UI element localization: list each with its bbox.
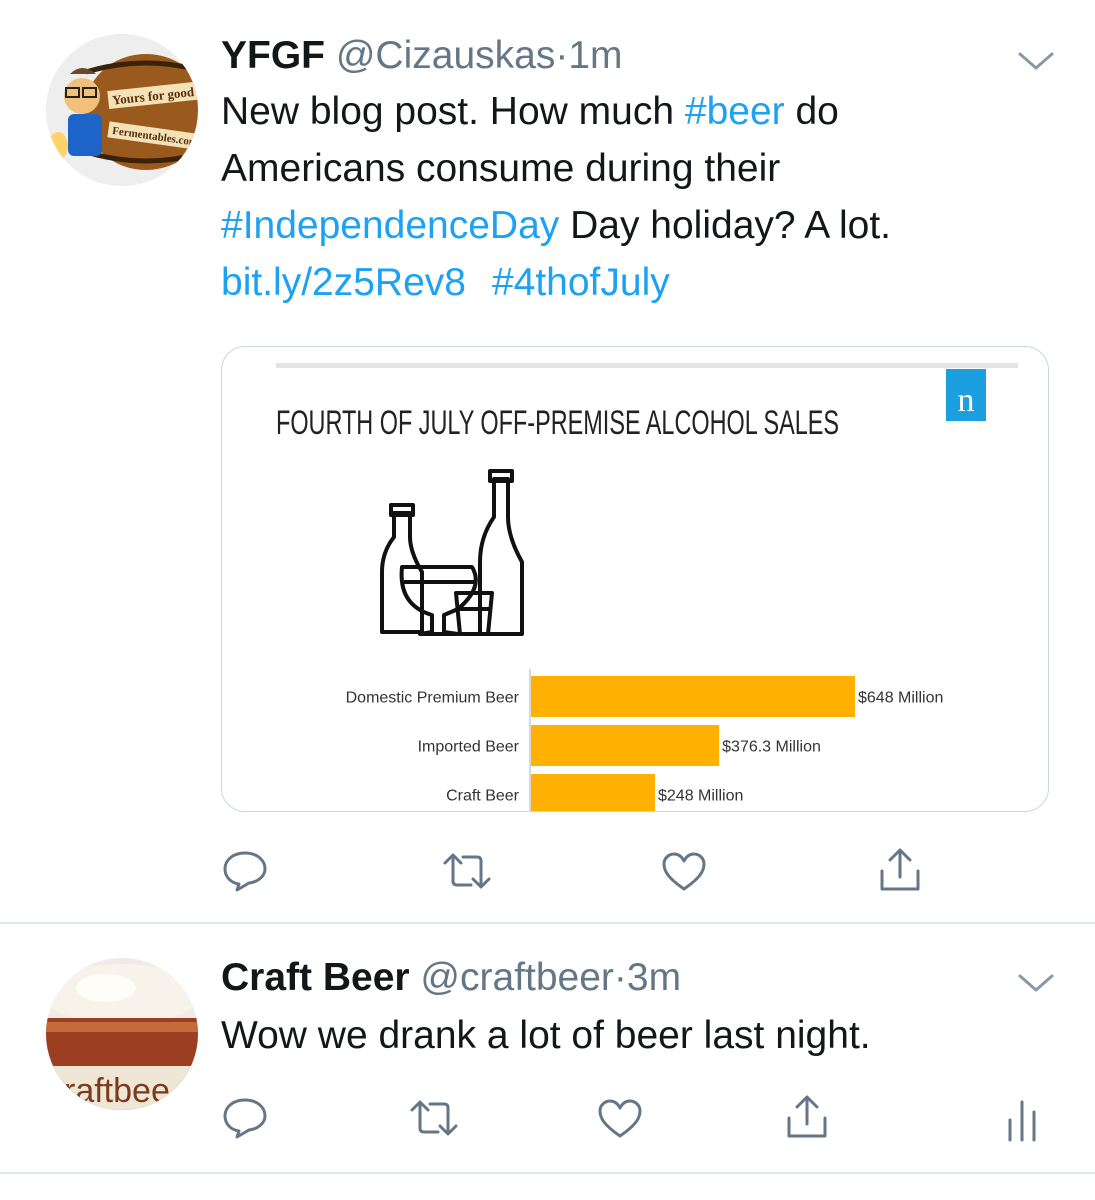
tweet-text-line: Americans consume during their — [221, 147, 781, 190]
retweet-icon[interactable] — [408, 1098, 460, 1138]
chevron-down-icon[interactable] — [1017, 50, 1055, 72]
reply-icon[interactable] — [221, 1096, 269, 1140]
infographic-title: FOURTH OF JULY OFF-PREMISE ALCOHOL SALES — [276, 404, 839, 442]
share-icon[interactable] — [876, 847, 924, 893]
hashtag-independenceday[interactable]: #IndependenceDay — [221, 204, 559, 247]
tweet-text-line: Wow we drank a lot of beer last night. — [221, 1014, 871, 1057]
category-label: Domestic Premium Beer — [346, 690, 520, 707]
alcohol-bottles-icon — [380, 469, 524, 636]
tweet-text: New blog post. How much #beer do America… — [221, 83, 1041, 311]
tweet-header: YFGF @Cizauskas·1m — [221, 34, 623, 78]
tweet-text-line: #IndependenceDay Day holiday? A lot. — [221, 204, 891, 247]
top-rule — [276, 363, 1018, 368]
display-name[interactable]: Craft Beer — [221, 956, 410, 999]
share-icon[interactable] — [783, 1094, 831, 1140]
avatar-image: raftbee — [46, 958, 198, 1110]
retweet-icon[interactable] — [441, 851, 493, 891]
value-label: $248 Million — [658, 788, 743, 805]
tweet-divider — [0, 1172, 1095, 1174]
value-label: $648 Million — [858, 690, 943, 707]
avatar-image: Yours for good Fermentables.com — [46, 34, 198, 186]
tweet-yfgf[interactable]: Yours for good Fermentables.com YFGF @Ci… — [0, 0, 1095, 922]
bar-domestic-premium-beer — [531, 676, 855, 717]
analytics-icon[interactable] — [1004, 1098, 1040, 1142]
like-icon[interactable] — [596, 1098, 644, 1140]
infographic: n FOURTH OF JULY OFF-PREMISE ALCOHOL SAL… — [276, 363, 1018, 811]
category-label: Imported Beer — [418, 739, 520, 756]
hashtag-beer[interactable]: #beer — [685, 90, 785, 133]
user-handle[interactable]: @Cizauskas — [336, 34, 556, 77]
media-card[interactable]: n FOURTH OF JULY OFF-PREMISE ALCOHOL SAL… — [221, 346, 1049, 812]
category-label: Craft Beer — [446, 788, 520, 805]
separator-dot: · — [555, 34, 569, 77]
separator-dot: · — [613, 956, 627, 999]
value-label: $376.3 Million — [722, 739, 821, 756]
avatar[interactable]: Yours for good Fermentables.com — [46, 34, 198, 186]
hashtag-4thofjuly[interactable]: #4thofJuly — [492, 261, 670, 304]
badge-letter: n — [958, 382, 975, 419]
display-name[interactable]: YFGF — [221, 34, 325, 77]
avatar-text: raftbee — [64, 1072, 170, 1110]
timestamp[interactable]: 3m — [627, 956, 681, 999]
tweet-text: Wow we drank a lot of beer last night. — [221, 1007, 1041, 1064]
tweet-text-line: New blog post. How much #beer do — [221, 90, 839, 133]
bar-chart: Domestic Premium Beer $648 Million Importe… — [346, 669, 943, 811]
short-link[interactable]: bit.ly/2z5Rev8 — [221, 261, 466, 304]
like-icon[interactable] — [660, 851, 708, 893]
bar-craft-beer — [531, 774, 655, 811]
chevron-down-icon[interactable] — [1017, 972, 1055, 994]
tweet-craftbeer[interactable]: raftbee Craft Beer @craftbeer·3m Wow we … — [0, 924, 1095, 1172]
timestamp[interactable]: 1m — [568, 34, 622, 77]
avatar[interactable]: raftbee — [46, 958, 198, 1110]
bar-imported-beer — [531, 725, 720, 766]
reply-icon[interactable] — [221, 849, 269, 893]
user-handle[interactable]: @craftbeer — [420, 956, 614, 999]
tweet-header: Craft Beer @craftbeer·3m — [221, 956, 681, 1000]
tweet-text-line: bit.ly/2z5Rev8 #4thofJuly — [221, 254, 1041, 311]
